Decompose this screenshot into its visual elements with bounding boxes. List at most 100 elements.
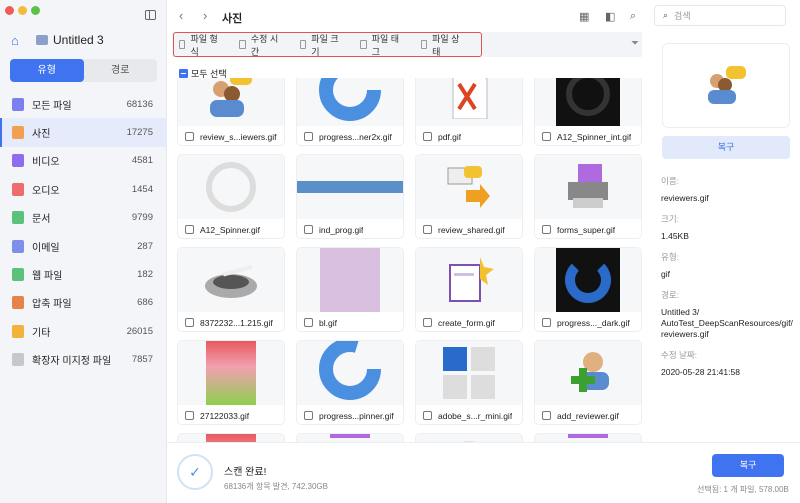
close-window-button[interactable] <box>5 6 14 15</box>
meta-value: Untitled 3/ AutoTest_DeepScanResources/g… <box>661 307 793 339</box>
sidebar-item[interactable]: 문서 9799 <box>0 204 167 232</box>
sidebar-item-label: 비디오 <box>32 157 60 169</box>
file-card[interactable]: progress...ner2x.gif <box>296 78 404 146</box>
filter-dropdown[interactable]: 수정 시간 <box>239 32 282 58</box>
file-card[interactable]: review_shared.gif <box>415 154 523 239</box>
minimize-window-button[interactable] <box>18 6 27 15</box>
grid-view-icon[interactable]: ▦ <box>579 10 589 23</box>
meta-label: 유형: <box>661 252 680 262</box>
clear-filter-icon[interactable]: ⏷ <box>631 38 639 49</box>
file-card[interactable]: A12_Spinner.gif <box>177 154 285 239</box>
category-icon <box>12 211 24 225</box>
file-checkbox[interactable] <box>304 225 313 234</box>
file-card[interactable]: bl.gif <box>296 247 404 332</box>
sidebar-item-label: 문서 <box>32 214 51 226</box>
file-checkbox[interactable] <box>185 318 194 327</box>
file-checkbox[interactable] <box>542 318 551 327</box>
file-thumbnail <box>178 248 284 312</box>
file-thumbnail <box>297 155 403 219</box>
file-card[interactable]: adobe_s...r_mini.gif <box>415 340 523 425</box>
filter-dropdown[interactable]: 파일 형식 <box>179 32 222 58</box>
file-thumbnail <box>535 155 641 219</box>
meta-value: 1.45KB <box>661 231 689 241</box>
search-placeholder: 검색 <box>674 11 691 21</box>
file-checkbox[interactable] <box>185 411 194 420</box>
file-card[interactable]: progress...pinner.gif <box>296 340 404 425</box>
recover-button[interactable]: 복구 <box>712 454 784 477</box>
scan-icon[interactable]: ⌕ <box>630 10 636 23</box>
sidebar-toggle-icon[interactable] <box>145 10 156 20</box>
file-card[interactable]: 27122033.gif <box>177 340 285 425</box>
file-checkbox[interactable] <box>304 411 313 420</box>
page-title: 사진 <box>222 13 243 25</box>
file-checkbox[interactable] <box>304 318 313 327</box>
file-grid[interactable]: review_s...iewers.gif progress...ner2x.gi… <box>172 78 650 442</box>
search-input[interactable]: ⌕ 검색 <box>654 5 786 26</box>
select-all-checkbox[interactable] <box>179 69 188 78</box>
file-checkbox[interactable] <box>542 225 551 234</box>
search-icon: ⌕ <box>663 10 669 20</box>
filter-group: 파일 형식 수정 시간 파일 크기 파일 태그 파일 상태 <box>173 32 482 57</box>
back-icon[interactable]: ‹ <box>179 8 183 23</box>
filter-dropdown[interactable]: 파일 크기 <box>299 32 343 58</box>
file-card[interactable] <box>177 433 285 442</box>
tab-path[interactable]: 경로 <box>84 59 158 82</box>
file-card[interactable] <box>296 433 404 442</box>
file-thumbnail <box>297 341 403 405</box>
file-checkbox[interactable] <box>423 411 432 420</box>
file-checkbox[interactable] <box>423 132 432 141</box>
file-card[interactable] <box>534 433 642 442</box>
file-thumbnail <box>178 434 284 442</box>
file-name: review_shared.gif <box>438 224 505 235</box>
file-card[interactable] <box>415 433 523 442</box>
file-thumbnail <box>416 434 522 442</box>
file-card[interactable]: ind_prog.gif <box>296 154 404 239</box>
file-thumbnail <box>416 78 522 126</box>
file-name: forms_super.gif <box>557 224 616 235</box>
sidebar-item-label: 모든 파일 <box>32 100 72 112</box>
sidebar-item-count: 7857 <box>131 354 153 366</box>
project-name: Untitled 3 <box>53 33 104 47</box>
file-name: A12_Spinner.gif <box>200 224 261 235</box>
preview-recover-button[interactable]: 복구 <box>662 136 790 159</box>
sidebar-item[interactable]: 사진 17275 <box>0 118 167 148</box>
sidebar-item[interactable]: 비디오 4581 <box>0 147 167 175</box>
sidebar-item-count: 182 <box>137 269 153 281</box>
file-card[interactable]: 8372232...1.215.gif <box>177 247 285 332</box>
file-thumbnail <box>178 78 284 126</box>
sidebar-item[interactable]: 확장자 미지정 파일 7857 <box>0 346 167 374</box>
file-card[interactable]: progress..._dark.gif <box>534 247 642 332</box>
file-checkbox[interactable] <box>185 225 194 234</box>
file-card[interactable]: create_form.gif <box>415 247 523 332</box>
sidebar-item[interactable]: 모든 파일 68136 <box>0 90 167 118</box>
filter-dropdown[interactable]: 파일 태그 <box>360 32 403 58</box>
sidebar-item[interactable]: 압축 파일 686 <box>0 289 167 317</box>
file-card[interactable]: review_s...iewers.gif <box>177 78 285 146</box>
preview-panel-icon[interactable]: ◧ <box>605 10 615 23</box>
filter-icon <box>420 40 428 49</box>
sidebar-item[interactable]: 이메일 287 <box>0 232 167 260</box>
file-checkbox[interactable] <box>542 132 551 141</box>
sidebar-item-count: 287 <box>137 240 153 252</box>
sidebar-item[interactable]: 웹 파일 182 <box>0 260 167 288</box>
filter-dropdown[interactable]: 파일 상태 <box>420 32 464 58</box>
file-card[interactable]: add_reviewer.gif <box>534 340 642 425</box>
filter-icon <box>239 40 246 49</box>
file-checkbox[interactable] <box>423 318 432 327</box>
file-card[interactable]: A12_Spinner_int.gif <box>534 78 642 146</box>
file-name: adobe_s...r_mini.gif <box>438 410 513 421</box>
file-card[interactable]: forms_super.gif <box>534 154 642 239</box>
file-checkbox[interactable] <box>304 132 313 141</box>
home-icon[interactable]: ⌂ <box>11 33 19 48</box>
filter-icon <box>360 40 367 49</box>
sidebar-item[interactable]: 기타 26015 <box>0 317 167 345</box>
file-checkbox[interactable] <box>542 411 551 420</box>
forward-icon[interactable]: › <box>203 8 207 23</box>
maximize-window-button[interactable] <box>31 6 40 15</box>
file-checkbox[interactable] <box>423 225 432 234</box>
sidebar-item[interactable]: 오디오 1454 <box>0 175 167 203</box>
reviewers-image <box>708 65 746 104</box>
tab-type[interactable]: 유형 <box>10 59 84 82</box>
file-card[interactable]: pdf.gif <box>415 78 523 146</box>
file-checkbox[interactable] <box>185 132 194 141</box>
